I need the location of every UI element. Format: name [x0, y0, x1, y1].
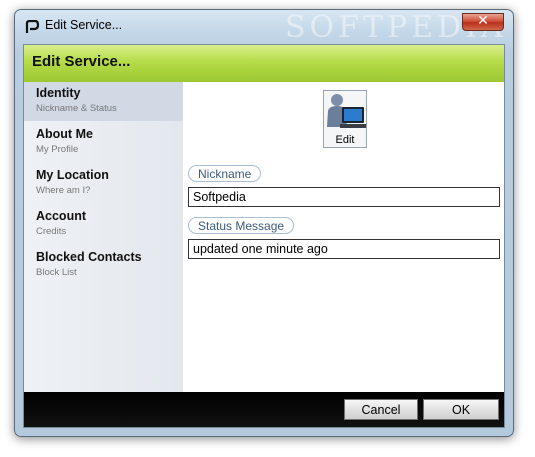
sidebar-item-identity[interactable]: Identity Nickname & Status	[24, 82, 183, 121]
dialog-header: Edit Service...	[24, 45, 504, 82]
status-message-field[interactable]: updated one minute ago	[188, 239, 500, 259]
sidebar-item-account[interactable]: Account Credits	[24, 205, 183, 244]
sidebar-item-subtitle: My Profile	[36, 144, 79, 155]
sidebar-item-label: My Location	[36, 168, 109, 182]
close-icon: ✕	[477, 13, 489, 29]
nickname-label: Nickname	[188, 165, 262, 182]
sidebar-item-subtitle: Where am I?	[36, 185, 91, 196]
edit-label: Edit	[335, 134, 355, 146]
nickname-field[interactable]: Softpedia	[188, 187, 500, 207]
page-title: Edit Service...	[32, 53, 131, 70]
sidebar: Identity Nickname & Status About Me My P…	[24, 82, 183, 392]
sidebar-item-my-location[interactable]: My Location Where am I?	[24, 164, 183, 203]
sidebar-item-label: Identity	[36, 86, 81, 100]
sidebar-item-subtitle: Block List	[36, 267, 77, 278]
sidebar-item-subtitle: Credits	[36, 226, 67, 237]
identity-panel: Edit Nickname Softpedia Status Message u…	[183, 82, 504, 392]
dialog-body: Edit Service... Identity Nickname & Stat…	[23, 44, 505, 428]
dialog-footer: Cancel OK	[24, 392, 504, 427]
cancel-button[interactable]: Cancel	[344, 399, 418, 420]
edit-service-window: SOFTPEDIA Edit Service... ✕ Edit Service…	[14, 9, 514, 437]
pidgin-icon	[25, 20, 39, 33]
avatar-edit-button[interactable]: Edit	[323, 90, 367, 148]
close-button[interactable]: ✕	[462, 13, 504, 31]
sidebar-item-label: Account	[36, 209, 86, 223]
sidebar-item-label: Blocked Contacts	[36, 250, 142, 264]
sidebar-item-about-me[interactable]: About Me My Profile	[24, 123, 183, 162]
status-message-label: Status Message	[188, 217, 295, 234]
sidebar-item-label: About Me	[36, 127, 93, 141]
window-title: Edit Service...	[45, 18, 123, 32]
sidebar-item-subtitle: Nickname & Status	[36, 103, 117, 114]
ok-button[interactable]: OK	[423, 399, 499, 420]
user-at-computer-icon	[327, 94, 366, 128]
sidebar-item-blocked-contacts[interactable]: Blocked Contacts Block List	[24, 246, 183, 285]
